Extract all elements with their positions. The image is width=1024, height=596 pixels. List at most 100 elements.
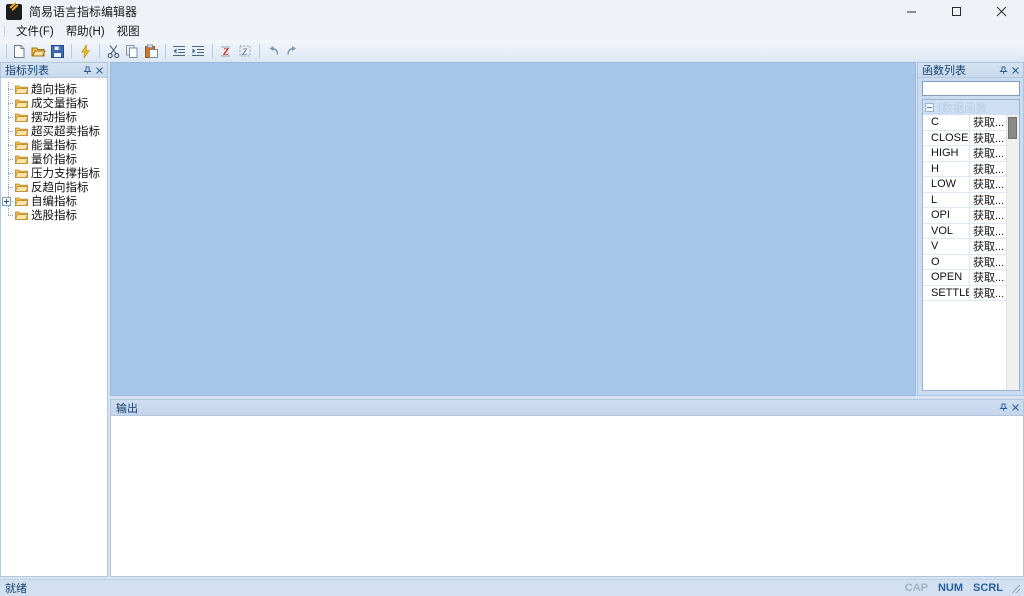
- indicator-list-title: 指标列表: [5, 65, 49, 77]
- tree-item-oscillator[interactable]: 摆动指标: [1, 110, 107, 124]
- tree-item-counter-trend[interactable]: 反趋向指标: [1, 180, 107, 194]
- menu-item-view[interactable]: 视图: [111, 22, 146, 41]
- tree-item-volume[interactable]: 成交量指标: [1, 96, 107, 110]
- code-editor-area[interactable]: [110, 62, 916, 396]
- pin-icon[interactable]: [81, 64, 93, 76]
- tree-connector: [3, 166, 15, 180]
- function-name: LOW: [931, 178, 957, 191]
- new-file-button[interactable]: [10, 42, 29, 60]
- close-icon[interactable]: [1009, 64, 1021, 76]
- function-row[interactable]: V 获取...: [923, 238, 1007, 255]
- function-rows: C 获取... CLOSE 获取... HIGH 获取... H 获取... L…: [923, 114, 1007, 390]
- close-icon[interactable]: [1009, 402, 1021, 414]
- save-file-button[interactable]: [48, 42, 67, 60]
- function-list-caption: 函数列表: [918, 63, 1023, 78]
- tree-item-volume-price[interactable]: 量价指标: [1, 152, 107, 166]
- minimize-button[interactable]: [889, 0, 934, 23]
- function-row[interactable]: O 获取...: [923, 253, 1007, 270]
- tree-item-trend[interactable]: 趋向指标: [1, 82, 107, 96]
- resize-grip[interactable]: [1008, 581, 1022, 595]
- compile-button[interactable]: [76, 42, 95, 60]
- maximize-button[interactable]: [934, 0, 979, 23]
- pin-icon[interactable]: [997, 64, 1009, 76]
- pin-icon[interactable]: [997, 402, 1009, 414]
- tree-item-stock-picking[interactable]: 选股指标: [1, 208, 107, 222]
- redo-button[interactable]: [283, 42, 302, 60]
- pencil-icon: [6, 3, 22, 20]
- function-name: VOL: [931, 224, 954, 237]
- function-description: 获取...: [969, 114, 1007, 131]
- function-search-box[interactable]: [922, 81, 1020, 99]
- increase-indent-button[interactable]: [189, 42, 208, 60]
- open-file-button[interactable]: [29, 42, 48, 60]
- expand-toggle-icon[interactable]: [2, 197, 11, 206]
- function-search-input[interactable]: [923, 85, 1019, 99]
- function-list-title: 函数列表: [922, 65, 966, 77]
- undo-button[interactable]: [264, 42, 283, 60]
- cut-button[interactable]: [104, 42, 123, 60]
- paste-button[interactable]: [142, 42, 161, 60]
- function-description: 获取...: [969, 160, 1007, 177]
- output-caption: 输出: [111, 400, 1023, 416]
- folder-icon: [15, 98, 28, 109]
- function-name: L: [931, 193, 938, 206]
- function-description: 获取...: [969, 176, 1007, 193]
- function-description: 获取...: [969, 269, 1007, 286]
- function-name: CLOSE: [931, 131, 969, 144]
- function-row[interactable]: CLOSE 获取...: [923, 129, 1007, 146]
- copy-button[interactable]: [123, 42, 142, 60]
- function-row[interactable]: LOW 获取...: [923, 176, 1007, 193]
- close-button[interactable]: [979, 0, 1024, 23]
- function-row[interactable]: VOL 获取...: [923, 222, 1007, 239]
- function-row[interactable]: HIGH 获取...: [923, 145, 1007, 162]
- function-name: O: [931, 255, 940, 268]
- function-name: OPEN: [931, 271, 963, 284]
- function-description: 获取...: [969, 207, 1007, 224]
- tree-item-energy[interactable]: 能量指标: [1, 138, 107, 152]
- tree-item-support-resistance[interactable]: 压力支撑指标: [1, 166, 107, 180]
- function-row[interactable]: OPEN 获取...: [923, 269, 1007, 286]
- folder-icon: [15, 210, 28, 221]
- tree-item-overbought-oversold[interactable]: 超买超卖指标: [1, 124, 107, 138]
- toolbar-grip[interactable]: [6, 44, 7, 58]
- function-name: H: [931, 162, 939, 175]
- output-panel: 输出: [110, 399, 1024, 577]
- function-name: SETTLE: [931, 286, 969, 299]
- svg-text:Z: Z: [222, 47, 229, 58]
- function-list-scrollbar[interactable]: [1006, 115, 1019, 390]
- folder-icon: [15, 84, 28, 95]
- status-indicator-caps: CAP: [904, 582, 928, 594]
- application-window: 简易语言指标编辑器 文件(F) 帮助(H) 视图 Z Z 指标列表 趋向指标 成…: [0, 0, 1024, 596]
- tree-connector: [3, 96, 15, 110]
- toolbar: Z Z: [0, 40, 1024, 62]
- collapse-toggle-icon[interactable]: [925, 103, 934, 112]
- menu-item-file[interactable]: 文件(F): [10, 22, 60, 41]
- decrease-indent-button[interactable]: [170, 42, 189, 60]
- menu-item-help[interactable]: 帮助(H): [60, 22, 111, 41]
- function-row[interactable]: L 获取...: [923, 191, 1007, 208]
- function-description: 获取...: [969, 129, 1007, 146]
- function-group-header[interactable]: [数据函数: [923, 100, 1019, 115]
- toolbar-separator-1: [71, 44, 72, 58]
- comment-button[interactable]: Z: [217, 42, 236, 60]
- output-content[interactable]: [111, 416, 1023, 576]
- function-row[interactable]: H 获取...: [923, 160, 1007, 177]
- tree-item-custom[interactable]: 自编指标: [1, 194, 107, 208]
- toolbar-separator-3: [165, 44, 166, 58]
- tree-connector: [3, 152, 15, 166]
- output-title: 输出: [116, 402, 138, 415]
- function-row[interactable]: OPI 获取...: [923, 207, 1007, 224]
- function-list[interactable]: [数据函数 C 获取... CLOSE 获取... HIGH 获取... H 获…: [922, 99, 1020, 391]
- close-icon[interactable]: [93, 64, 105, 76]
- title-bar: 简易语言指标编辑器: [0, 0, 1024, 24]
- folder-icon: [15, 168, 28, 179]
- function-row[interactable]: SETTLE 获取...: [923, 284, 1007, 301]
- status-indicator-scroll: SCRL: [973, 582, 1003, 594]
- function-row[interactable]: C 获取...: [923, 114, 1007, 131]
- menu-bar: 文件(F) 帮助(H) 视图: [0, 23, 1024, 40]
- tree-connector: [3, 208, 15, 222]
- function-description: 获取...: [969, 145, 1007, 162]
- folder-icon: [15, 154, 28, 165]
- uncomment-button[interactable]: Z: [236, 42, 255, 60]
- scrollbar-thumb[interactable]: [1008, 117, 1017, 139]
